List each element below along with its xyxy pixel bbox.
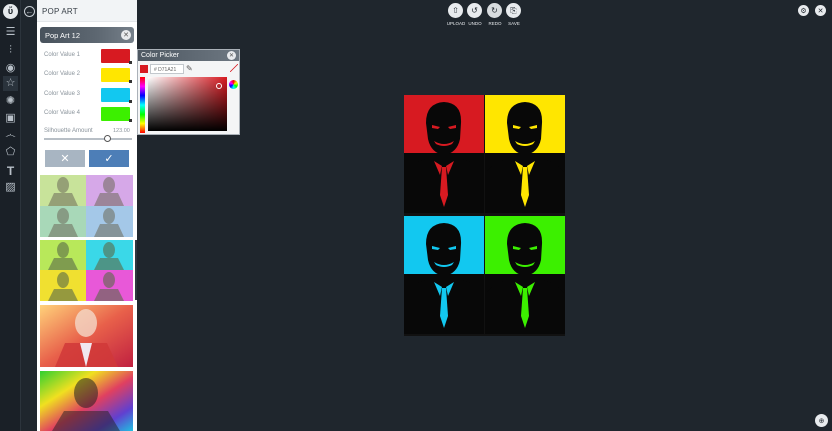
color-value-1-row: Color Value 1 <box>44 49 132 64</box>
zoom-icon[interactable]: ⊕ <box>815 414 828 427</box>
silhouette-slider[interactable] <box>44 135 132 142</box>
color-value-1-label: Color Value 1 <box>44 52 80 58</box>
color-value-4-swatch[interactable] <box>101 107 132 122</box>
close-icon[interactable]: ✕ <box>815 5 826 16</box>
preset-thumbnail[interactable] <box>40 240 133 301</box>
color-picker: Color Picker ✕ # D71A21 ✎ <box>137 49 240 135</box>
preset-header: Pop Art 12 ✕ <box>40 27 134 43</box>
color-value-2-row: Color Value 2 <box>44 68 132 83</box>
mustache-icon[interactable]: ෴ <box>3 128 18 143</box>
panel-title: POP ART <box>37 0 137 22</box>
preset-thumbnail[interactable] <box>40 305 133 367</box>
color-value-4-label: Color Value 4 <box>44 110 80 116</box>
adjust-icon[interactable]: ⫶ <box>3 43 18 58</box>
art-quadrant-blue <box>404 216 484 334</box>
effect-panel: POP ART Pop Art 12 ✕ Color Value 1 Color… <box>37 0 137 431</box>
upload-button[interactable]: ⇧ <box>448 3 463 18</box>
close-picker-icon[interactable]: ✕ <box>227 51 236 60</box>
upload-icon: ⇧ <box>452 6 459 15</box>
layers-icon[interactable]: ☰ <box>3 25 18 40</box>
silhouette-label: Silhouette Amount <box>44 128 93 134</box>
save-label: SAVE <box>508 21 520 26</box>
logo-icon[interactable]: ὔ <box>3 4 18 19</box>
no-color-icon[interactable] <box>230 64 238 72</box>
redo-icon: ↻ <box>491 6 498 15</box>
canvas-image <box>404 95 565 336</box>
tool-sidebar: ὔ ☰ ⫶ ◉ ☆ ✺ ▣ ෴ ⬠ T ▨ <box>0 0 21 431</box>
color-value-4-row: Color Value 4 <box>44 107 132 122</box>
art-quadrant-green <box>485 216 565 334</box>
preset-thumbnail[interactable] <box>40 371 133 431</box>
apply-button[interactable]: ✓ <box>89 150 129 167</box>
close-icon: ✕ <box>60 153 70 165</box>
undo-icon: ↺ <box>471 6 478 15</box>
hex-input[interactable]: # D71A21 <box>150 64 184 74</box>
save-button[interactable]: ⎘ <box>506 3 521 18</box>
silhouette-value: 123.00 <box>113 128 130 134</box>
back-icon[interactable]: ← <box>24 6 35 17</box>
texture-icon[interactable]: ▨ <box>3 180 18 195</box>
text-icon[interactable]: T <box>3 163 18 178</box>
panel-nav-strip: ← <box>21 0 37 431</box>
color-selector-ring[interactable] <box>216 83 222 89</box>
shape-icon[interactable]: ⬠ <box>3 145 18 160</box>
cancel-button[interactable]: ✕ <box>45 150 85 167</box>
slider-handle[interactable] <box>104 135 111 142</box>
check-icon: ✓ <box>104 153 114 165</box>
color-picker-header: Color Picker ✕ <box>138 50 239 61</box>
color-value-1-swatch[interactable] <box>101 49 132 64</box>
star-icon[interactable]: ☆ <box>3 76 18 91</box>
preset-name: Pop Art 12 <box>45 31 81 40</box>
color-value-2-swatch[interactable] <box>101 68 132 83</box>
frame-icon[interactable]: ▣ <box>3 111 18 126</box>
sun-icon[interactable]: ✺ <box>3 94 18 109</box>
thumbnail-scrollbar[interactable] <box>135 240 137 300</box>
color-picker-title: Color Picker <box>141 52 180 59</box>
settings-icon[interactable]: ⚙ <box>798 5 809 16</box>
color-value-3-label: Color Value 3 <box>44 91 80 97</box>
save-icon: ⎘ <box>510 5 517 15</box>
current-color-swatch <box>140 65 148 73</box>
redo-button[interactable]: ↻ <box>487 3 502 18</box>
color-value-3-swatch[interactable] <box>101 88 132 103</box>
eye-icon[interactable]: ◉ <box>3 61 18 76</box>
preset-thumbnail[interactable] <box>40 175 133 237</box>
color-value-3-row: Color Value 3 <box>44 88 132 103</box>
eyedropper-icon[interactable]: ✎ <box>186 64 193 73</box>
color-value-2-label: Color Value 2 <box>44 71 80 77</box>
saturation-value-area[interactable] <box>148 77 227 131</box>
color-wheel-icon[interactable] <box>229 80 238 89</box>
hue-slider[interactable] <box>140 77 145 133</box>
undo-button[interactable]: ↺ <box>467 3 482 18</box>
art-quadrant-yellow <box>485 95 565 213</box>
close-preset-icon[interactable]: ✕ <box>121 30 131 40</box>
art-quadrant-red <box>404 95 484 213</box>
